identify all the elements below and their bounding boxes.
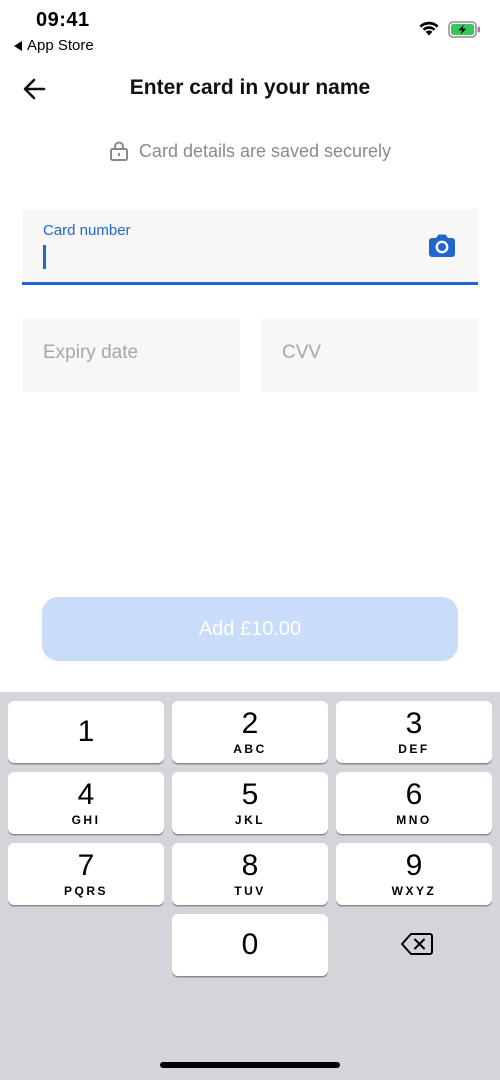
expiry-date-placeholder: Expiry date [43, 342, 139, 363]
camera-icon[interactable] [427, 233, 457, 259]
secure-note: Card details are saved securely [0, 140, 500, 162]
key-8[interactable]: 8 TUV [172, 843, 328, 905]
home-indicator [160, 1062, 340, 1068]
key-4[interactable]: 4 GHI [8, 772, 164, 834]
header: Enter card in your name [0, 66, 500, 112]
key-9[interactable]: 9 WXYZ [336, 843, 492, 905]
key-letters: DEF [398, 742, 430, 756]
lock-icon [109, 141, 128, 161]
back-triangle-icon [14, 40, 22, 51]
key-1[interactable]: 1 [8, 701, 164, 763]
key-letters: PQRS [63, 884, 108, 898]
key-5[interactable]: 5 JKL [172, 772, 328, 834]
key-7[interactable]: 7 PQRS [8, 843, 164, 905]
status-time: 09:41 [36, 9, 90, 31]
key-3[interactable]: 3 DEF [336, 701, 492, 763]
key-letters: GHI [71, 813, 101, 827]
key-digit: 0 [241, 928, 259, 961]
key-digit: 5 [241, 778, 259, 811]
text-caret [43, 245, 46, 269]
key-digit: 8 [241, 849, 259, 882]
key-digit: 1 [77, 715, 95, 748]
cvv-field[interactable]: CVV [261, 318, 478, 392]
card-number-field[interactable]: Card number [22, 209, 478, 285]
key-2[interactable]: 2 ABC [172, 701, 328, 763]
key-6[interactable]: 6 MNO [336, 772, 492, 834]
key-digit: 7 [77, 849, 95, 882]
page-title: Enter card in your name [129, 76, 371, 99]
expiry-date-field[interactable]: Expiry date [22, 318, 240, 392]
cvv-placeholder: CVV [282, 342, 322, 363]
add-amount-button[interactable]: Add £10.00 [42, 597, 458, 661]
back-to-app-store[interactable]: App Store [14, 37, 94, 54]
key-digit: 4 [77, 778, 95, 811]
key-letters: JKL [234, 813, 266, 827]
key-letters: ABC [233, 742, 267, 756]
key-0[interactable]: 0 [172, 914, 328, 976]
key-digit: 3 [405, 707, 423, 740]
backspace-icon[interactable] [400, 932, 434, 956]
card-number-label: Card number [43, 222, 131, 239]
key-letters: WXYZ [391, 884, 437, 898]
secure-note-text: Card details are saved securely [138, 140, 392, 161]
back-to-app-label: App Store [27, 37, 94, 54]
key-digit: 6 [405, 778, 423, 811]
key-digit: 9 [405, 849, 423, 882]
key-letters: MNO [396, 813, 432, 827]
numeric-keypad: 1 2 ABC 3 DEF 4 GHI 5 JKL 6 MNO 7 PQRS 8… [0, 692, 500, 1080]
wifi-icon [419, 21, 439, 36]
battery-charging-icon [448, 21, 480, 38]
key-digit: 2 [241, 707, 259, 740]
status-bar: 09:41 App Store [0, 0, 500, 60]
key-letters: TUV [234, 884, 266, 898]
